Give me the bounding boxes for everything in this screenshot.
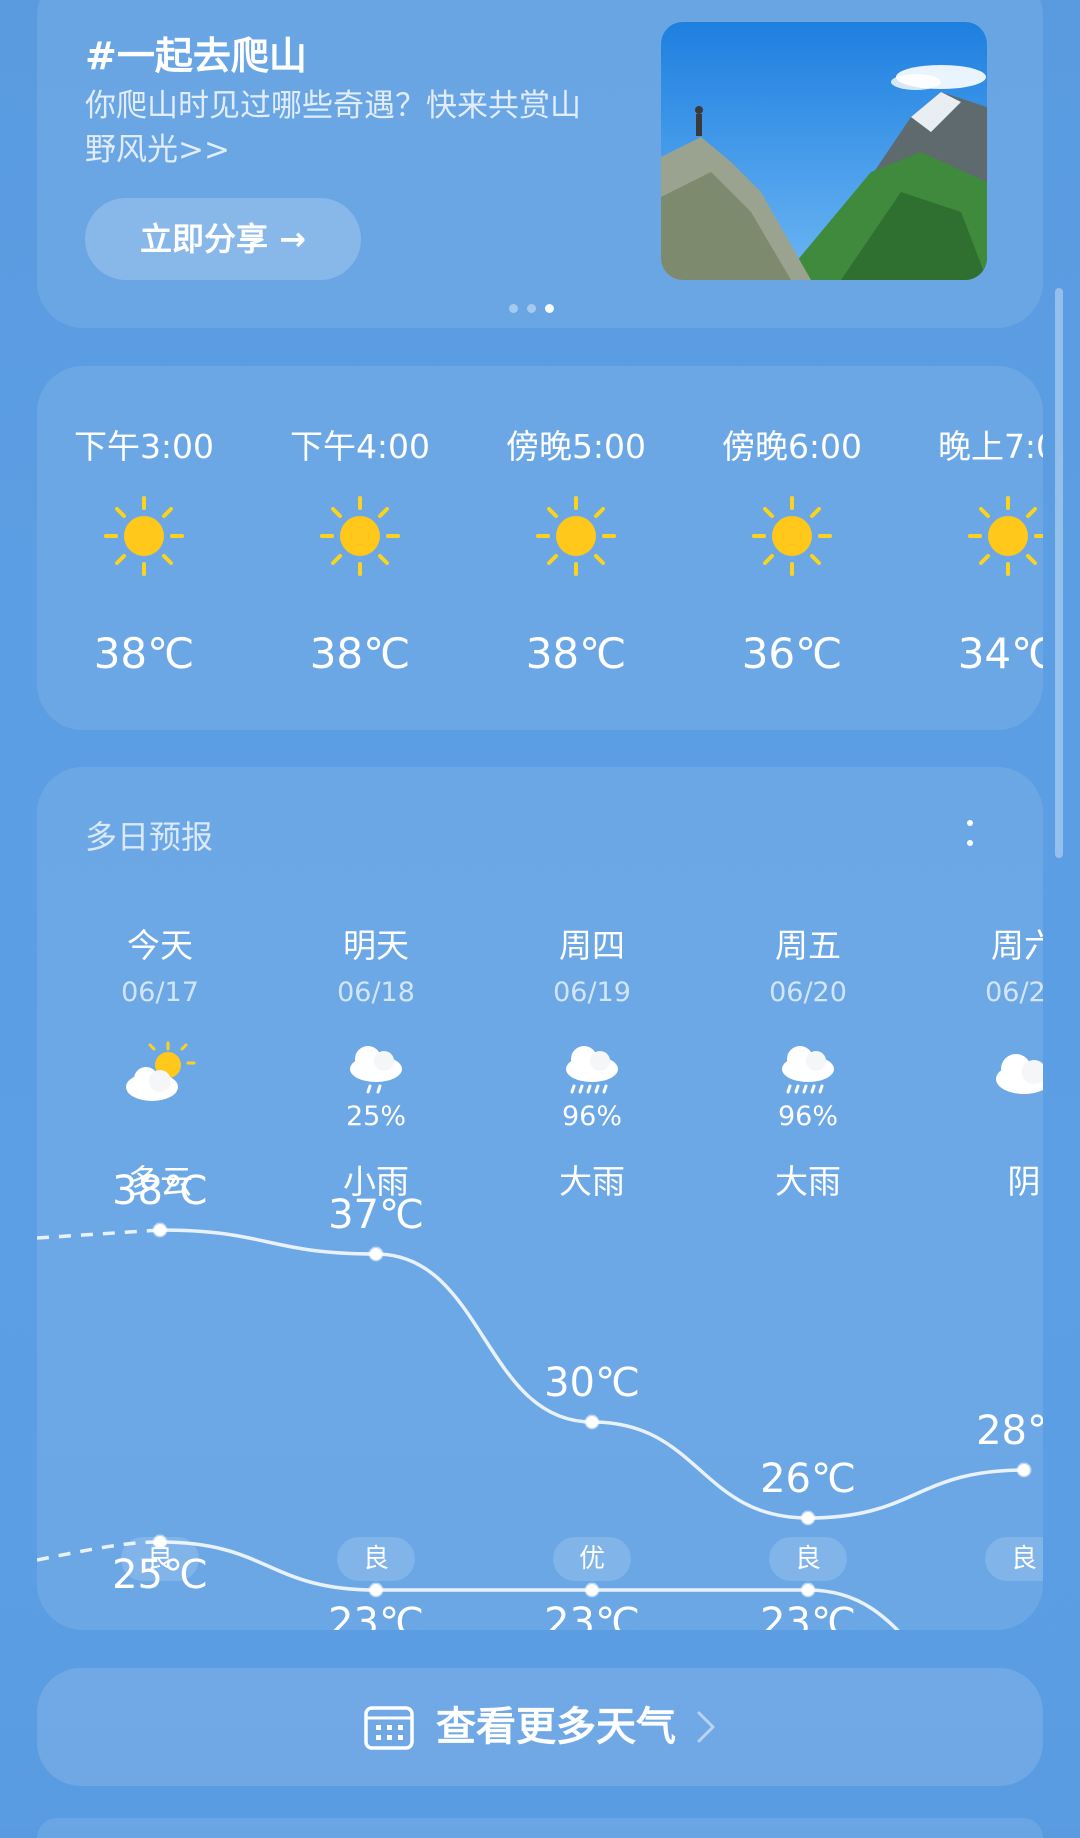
more-weather-label: 查看更多天气: [436, 1704, 676, 1750]
share-button[interactable]: 立即分享 →: [85, 198, 361, 280]
banner-title: #一起去爬山: [85, 34, 307, 78]
next-card-edge: [37, 1818, 1043, 1838]
day-date: 06/17: [121, 977, 199, 1008]
hour-temp: 34℃: [957, 629, 1043, 678]
hour-temp: 38℃: [93, 629, 195, 678]
day-name: 周五: [775, 926, 841, 965]
sun-icon: [968, 496, 1043, 576]
high-temp-label: 38℃: [112, 1168, 208, 1214]
aqi-badge: 优: [553, 1537, 631, 1581]
more-weather-button[interactable]: 查看更多天气: [37, 1668, 1043, 1786]
chevron-right-icon: [697, 1711, 715, 1743]
day-condition: 大雨: [559, 1162, 625, 1201]
sun-icon: [320, 496, 400, 576]
carousel-dots: [509, 298, 563, 317]
carousel-dot[interactable]: [509, 304, 518, 313]
hour-time: 下午3:00: [73, 427, 215, 466]
hour-time: 傍晚5:00: [505, 427, 647, 466]
high-temp-label: 37℃: [328, 1192, 424, 1238]
day-date: 06/18: [337, 977, 415, 1008]
hour-temp: 38℃: [309, 629, 411, 678]
high-temp-label: 28℃: [976, 1408, 1043, 1454]
low-temp-point: [584, 1582, 600, 1598]
light-rain-icon: [350, 1046, 402, 1094]
day-date: 06/20: [769, 977, 847, 1008]
high-temp-label: 30℃: [544, 1360, 640, 1406]
carousel-dot[interactable]: [527, 304, 536, 313]
day-date: 06/21: [985, 977, 1043, 1008]
hour-temp: 36℃: [741, 629, 843, 678]
mountain-image[interactable]: [661, 22, 987, 280]
low-temp-label: 23℃: [328, 1600, 424, 1630]
promo-banner[interactable]: #一起去爬山 你爬山时见过哪些奇遇？快来共赏山野风光>> 立即分享 →: [37, 0, 1043, 328]
day-name: 周六: [991, 926, 1043, 965]
sun-icon: [752, 496, 832, 576]
day-name: 明天: [343, 926, 409, 965]
precip-probability: 25%: [345, 1101, 406, 1132]
sun-icon: [536, 496, 616, 576]
overcast-icon: [996, 1054, 1043, 1094]
precip-probability: 96%: [777, 1101, 838, 1132]
day-condition: 大雨: [775, 1162, 841, 1201]
banner-description: 你爬山时见过哪些奇遇？快来共赏山野风光>>: [85, 88, 581, 168]
carousel-dot-active[interactable]: [545, 304, 554, 313]
hour-time: 傍晚6:00: [721, 427, 863, 466]
calendar-icon: [364, 1706, 414, 1750]
aqi-badge: 良: [337, 1537, 415, 1581]
high-temp-point: [800, 1510, 816, 1526]
high-temp-point: [368, 1246, 384, 1262]
high-temp-point: [584, 1414, 600, 1430]
low-temp-label: 23℃: [760, 1600, 856, 1630]
low-temp-label: 23℃: [544, 1600, 640, 1630]
hour-time: 晚上7:00: [937, 427, 1043, 466]
daily-forecast[interactable]: 多日预报 今天 06/17 多云 良 明天 06/18 25% 小雨 良 周四 …: [37, 767, 1043, 1630]
high-temp-point: [1016, 1462, 1032, 1478]
high-temp-label: 26℃: [760, 1456, 856, 1502]
hourly-forecast[interactable]: 下午3:00 38℃ 下午4:00 38℃ 傍晚5:00 38℃ 傍晚6:00 …: [37, 366, 1043, 730]
hour-time: 下午4:00: [289, 427, 431, 466]
partly-cloudy-icon: [126, 1041, 196, 1101]
low-temp-point: [800, 1582, 816, 1598]
scrollbar[interactable]: [1055, 288, 1063, 858]
high-temp-point: [152, 1222, 168, 1238]
aqi-badge: 良: [985, 1537, 1043, 1581]
day-condition: 阴: [1007, 1162, 1041, 1201]
sun-icon: [104, 496, 184, 576]
temperature-line-history: [37, 1228, 161, 1240]
day-name: 今天: [127, 926, 193, 965]
low-temp-point: [368, 1582, 384, 1598]
aqi-badge: 良: [769, 1537, 847, 1581]
day-date: 06/19: [553, 977, 631, 1008]
hour-temp: 38℃: [525, 629, 627, 678]
precip-probability: 96%: [561, 1101, 622, 1132]
heavy-rain-icon: [566, 1046, 618, 1094]
day-name: 周四: [559, 926, 625, 965]
low-temp-label: 25℃: [112, 1552, 208, 1598]
heavy-rain-icon: [782, 1046, 834, 1094]
